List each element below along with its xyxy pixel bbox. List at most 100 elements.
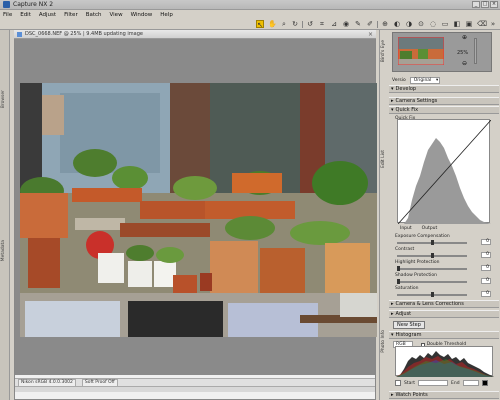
eraser-tool-icon[interactable]: ⌫ bbox=[477, 20, 487, 28]
tone-curve-plot bbox=[397, 119, 492, 225]
histogram-graph bbox=[395, 346, 494, 377]
title-bar: Capture NX 2 _ □ × bbox=[0, 0, 500, 10]
app-icon bbox=[3, 1, 10, 8]
camera-settings-header[interactable]: ▸ Camera Settings bbox=[389, 97, 499, 105]
shadow-slider[interactable] bbox=[397, 279, 467, 284]
expand-icon: ▸ bbox=[391, 311, 394, 317]
photo-info-tab[interactable]: Photo Info bbox=[381, 330, 389, 353]
hand-tool-icon[interactable]: ✋ bbox=[268, 20, 277, 28]
straighten-tool-icon[interactable]: ⊿ bbox=[330, 20, 338, 28]
metadata-tab[interactable]: Metadata bbox=[1, 240, 9, 261]
exposure-label: Exposure Compensation bbox=[395, 234, 450, 239]
auto-retouch-brush-icon[interactable]: ✐ bbox=[366, 20, 374, 28]
watch-points-header[interactable]: ▸ Watch Points bbox=[389, 391, 499, 399]
menu-edit[interactable]: Edit bbox=[20, 12, 31, 18]
quick-fix-label: Quick Fix bbox=[395, 107, 419, 113]
tone-curve-graph[interactable] bbox=[397, 119, 492, 225]
menu-view[interactable]: View bbox=[110, 12, 123, 18]
quick-fix-sliders: Exposure Compensation 0 Contrast 0 Highl… bbox=[395, 234, 495, 299]
adjust-header[interactable]: ▸ Adjust bbox=[389, 310, 499, 318]
quick-fix-header[interactable]: ▾ Quick Fix bbox=[389, 106, 499, 114]
red-eye-tool-icon[interactable]: ◉ bbox=[342, 20, 350, 28]
selection-brush-icon[interactable]: ✎ bbox=[354, 20, 362, 28]
zoom-tool-icon[interactable]: ⌕ bbox=[280, 20, 288, 28]
contrast-slider[interactable] bbox=[397, 253, 467, 258]
rotate-left-icon[interactable]: ↺ bbox=[306, 20, 314, 28]
menu-batch[interactable]: Batch bbox=[86, 12, 102, 18]
highlight-label: Highlight Protection bbox=[395, 260, 440, 265]
birds-eye-tab[interactable]: Bird's Eye bbox=[381, 40, 389, 62]
document-tab[interactable]: DSC_0668.NEF @ 25% | 9.4MB updating imag… bbox=[14, 30, 376, 39]
histogram-header[interactable]: ▾ Histogram bbox=[389, 331, 499, 339]
collapse-icon: ▾ bbox=[391, 107, 394, 113]
develop-header[interactable]: ▾ Develop bbox=[389, 85, 499, 93]
watch-points-label: Watch Points bbox=[395, 392, 428, 398]
horizontal-scrollbar[interactable] bbox=[15, 386, 375, 392]
highlight-slider[interactable] bbox=[397, 266, 467, 271]
highlight-row: Highlight Protection 0 bbox=[395, 260, 495, 273]
menu-file[interactable]: File bbox=[3, 12, 12, 18]
highlight-value[interactable]: 0 bbox=[481, 265, 491, 271]
expand-icon: ▸ bbox=[391, 392, 394, 398]
end-value[interactable] bbox=[462, 380, 479, 386]
shadow-value[interactable]: 0 bbox=[481, 278, 491, 284]
zoom-in-icon[interactable]: ⊕ bbox=[462, 34, 467, 41]
camera-lens-label: Camera & Lens Corrections bbox=[395, 301, 464, 307]
zoom-out-icon[interactable]: ⊖ bbox=[462, 60, 467, 67]
toolbar: ↖ ✋ ⌕ ↻ ↺ ⌗ ⊿ ◉ ✎ ✐ ⊕ ◐ ◑ ⊙ ◌ ▭ ◧ ▣ ⌫ » bbox=[0, 19, 500, 30]
direct-select-tool-icon[interactable]: ↖ bbox=[256, 20, 264, 29]
collapse-icon: ▾ bbox=[391, 332, 394, 338]
birds-eye-thumbnail[interactable] bbox=[397, 36, 445, 66]
window-title: Capture NX 2 bbox=[13, 1, 54, 8]
more-tools-icon[interactable]: » bbox=[489, 20, 497, 28]
new-step-button[interactable]: New Step bbox=[393, 321, 425, 329]
expand-icon: ▸ bbox=[391, 301, 394, 307]
gradient-tool-icon[interactable]: ◧ bbox=[453, 20, 461, 28]
document-icon bbox=[17, 31, 22, 37]
slider-knob[interactable] bbox=[431, 240, 434, 245]
white-point-icon[interactable]: ◑ bbox=[405, 20, 413, 28]
version-label: Versio bbox=[392, 77, 406, 83]
saturation-slider[interactable] bbox=[397, 292, 467, 297]
slider-knob[interactable] bbox=[431, 253, 434, 258]
start-label: Start bbox=[404, 380, 415, 386]
maximize-button[interactable]: □ bbox=[481, 1, 489, 8]
browser-tab[interactable]: Browser bbox=[1, 90, 9, 108]
lasso-tool-icon[interactable]: ◌ bbox=[429, 20, 437, 28]
chevron-down-icon: ▾ bbox=[436, 77, 439, 83]
black-point-icon[interactable]: ◐ bbox=[393, 20, 401, 28]
control-point-icon[interactable]: ⊕ bbox=[381, 20, 389, 28]
start-value[interactable] bbox=[418, 380, 448, 386]
close-button[interactable]: × bbox=[490, 1, 498, 8]
edit-list-tab[interactable]: Edit List bbox=[381, 150, 389, 168]
version-dropdown[interactable]: Original ▾ bbox=[409, 76, 441, 84]
zoom-slider[interactable] bbox=[474, 38, 477, 64]
start-color-swatch[interactable] bbox=[395, 380, 401, 386]
left-side-panel: Browser Metadata bbox=[0, 30, 10, 400]
zoom-unit: % bbox=[463, 50, 469, 56]
minimize-button[interactable]: _ bbox=[472, 1, 480, 8]
end-color-swatch[interactable] bbox=[481, 380, 488, 386]
red-eye-control-point-icon[interactable]: ⊙ bbox=[417, 20, 425, 28]
edit-list-lower: ▸ Camera & Lens Corrections ▸ Adjust New S… bbox=[389, 300, 499, 329]
menu-adjust[interactable]: Adjust bbox=[39, 12, 56, 18]
exposure-value[interactable]: 0 bbox=[481, 239, 491, 245]
fill-tool-icon[interactable]: ▣ bbox=[465, 20, 473, 28]
contrast-value[interactable]: 0 bbox=[481, 252, 491, 258]
rotate-tool-icon[interactable]: ↻ bbox=[291, 20, 299, 28]
slider-knob[interactable] bbox=[397, 266, 400, 271]
slider-knob[interactable] bbox=[431, 292, 434, 297]
slider-knob[interactable] bbox=[397, 279, 400, 284]
menu-window[interactable]: Window bbox=[131, 12, 153, 18]
menu-help[interactable]: Help bbox=[160, 12, 173, 18]
crop-tool-icon[interactable]: ⌗ bbox=[318, 20, 326, 28]
saturation-label: Saturation bbox=[395, 286, 419, 291]
new-step-row: New Step bbox=[389, 321, 499, 329]
exposure-slider[interactable] bbox=[397, 240, 467, 245]
photo-image[interactable] bbox=[20, 83, 377, 337]
menu-filter[interactable]: Filter bbox=[64, 12, 78, 18]
marquee-tool-icon[interactable]: ▭ bbox=[441, 20, 449, 28]
document-close-icon[interactable]: × bbox=[368, 31, 373, 38]
camera-lens-header[interactable]: ▸ Camera & Lens Corrections bbox=[389, 300, 499, 308]
saturation-value[interactable]: 0 bbox=[481, 291, 491, 297]
